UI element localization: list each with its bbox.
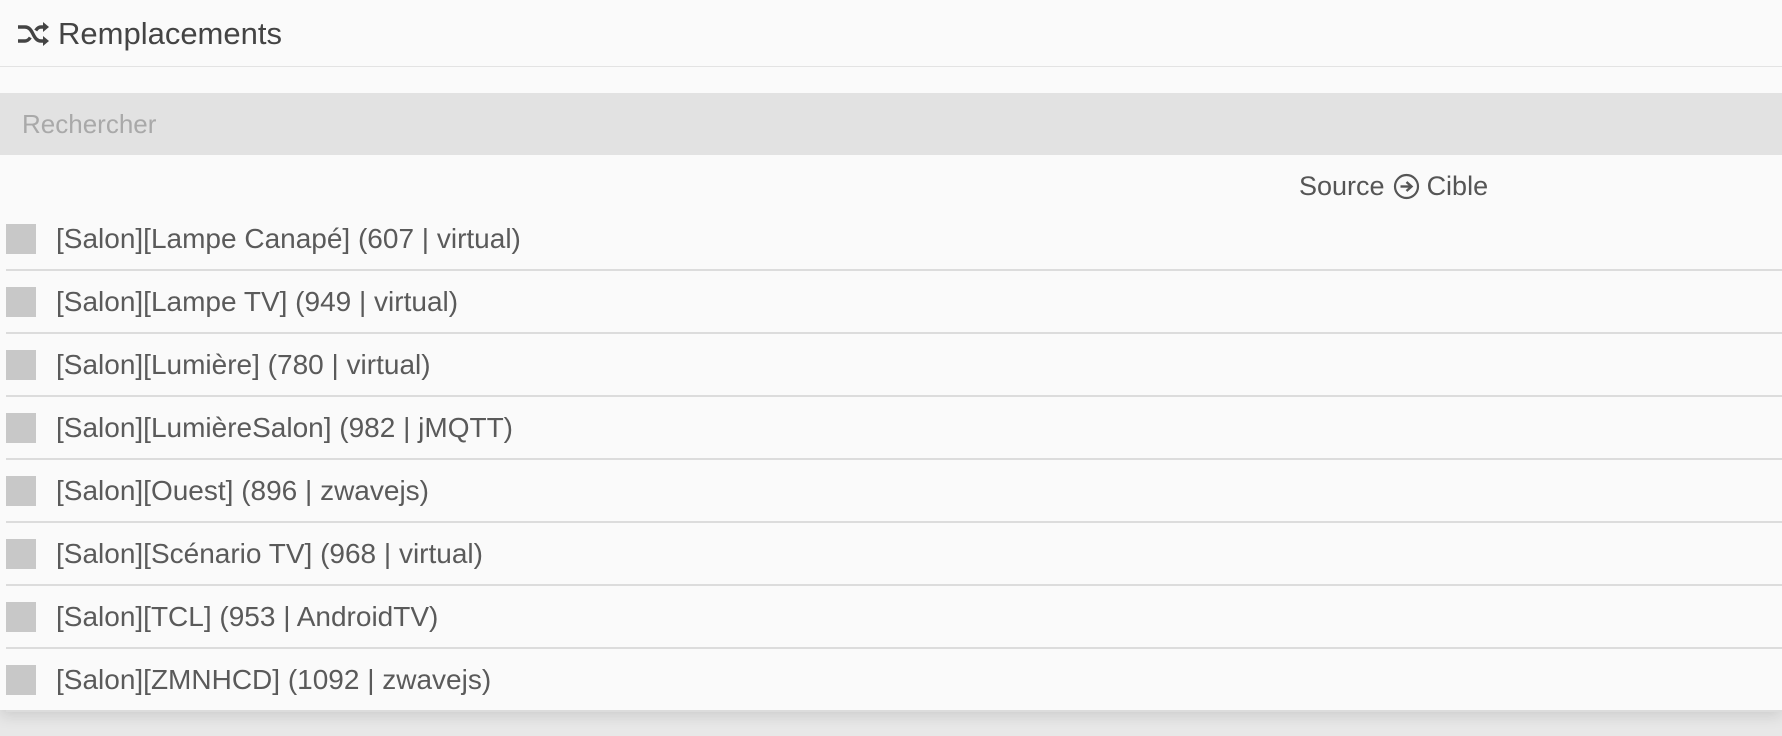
equipment-label: [Salon][Ouest] (896 | zwavejs) [56,474,429,506]
source-label: Source [1299,170,1385,201]
row-checkbox[interactable] [6,538,36,569]
list-item: [Salon][LumièreSalon] (982 | jMQTT) [6,397,1782,460]
list-item: [Salon][Scénario TV] (968 | virtual) [6,523,1782,586]
row-checkbox[interactable] [6,223,36,254]
list-item: [Salon][ZMNHCD] (1092 | zwavejs) [6,649,1782,712]
row-checkbox[interactable] [6,475,36,506]
list-item: [Salon][Lumière] (780 | virtual) [6,334,1782,397]
equipment-label: [Salon][Lampe Canapé] (607 | virtual) [56,222,521,254]
replacements-panel: Remplacements Source Cible [Salon][Lampe… [0,0,1782,712]
row-checkbox[interactable] [6,286,36,317]
circle-arrow-right-icon [1393,173,1420,200]
panel-title: Remplacements [58,16,282,51]
list-item: [Salon][Lampe TV] (949 | virtual) [6,271,1782,334]
row-checkbox[interactable] [6,349,36,380]
equipment-label: [Salon][LumièreSalon] (982 | jMQTT) [56,411,514,443]
panel-header: Remplacements [0,0,1782,67]
search-input[interactable] [0,93,1782,155]
list-item: [Salon][Ouest] (896 | zwavejs) [6,460,1782,523]
shuffle-icon [16,20,50,48]
equipment-label: [Salon][Lampe TV] (949 | virtual) [56,285,459,317]
target-label: Cible [1426,170,1489,201]
equipment-list: [Salon][Lampe Canapé] (607 | virtual) [S… [6,208,1782,712]
equipment-label: [Salon][Lumière] (780 | virtual) [56,348,431,380]
list-item: [Salon][TCL] (953 | AndroidTV) [6,586,1782,649]
row-checkbox[interactable] [6,664,36,695]
equipment-label: [Salon][Scénario TV] (968 | virtual) [56,537,483,569]
equipment-label: [Salon][TCL] (953 | AndroidTV) [56,600,439,632]
row-checkbox[interactable] [6,601,36,632]
column-header: Source Cible [1299,168,1488,204]
row-checkbox[interactable] [6,412,36,443]
list-item: [Salon][Lampe Canapé] (607 | virtual) [6,208,1782,271]
equipment-label: [Salon][ZMNHCD] (1092 | zwavejs) [56,663,492,695]
